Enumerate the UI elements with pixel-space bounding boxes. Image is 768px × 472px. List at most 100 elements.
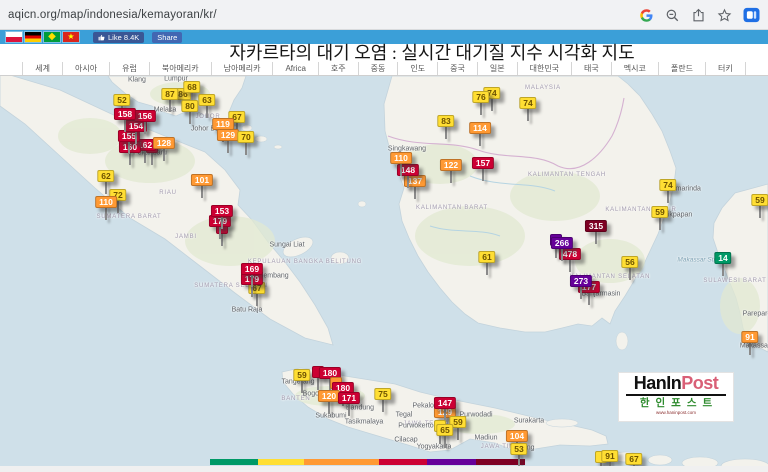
nav-item-태국[interactable]: 태국 <box>571 62 611 75</box>
facebook-like-button[interactable]: Like 8.4K <box>93 32 144 43</box>
marker-value: 68 <box>183 81 200 93</box>
nav-item-Africa[interactable]: Africa <box>272 62 317 75</box>
nav-item-유럽[interactable]: 유럽 <box>109 62 149 75</box>
marker-value: 83 <box>437 115 454 127</box>
aqi-legend-segment-4 <box>427 459 476 465</box>
share-button[interactable]: Share <box>152 32 182 43</box>
like-label: Like 8.4K <box>108 32 139 43</box>
nav-item-아시아[interactable]: 아시아 <box>62 62 109 75</box>
marker-value: 160 <box>119 141 141 153</box>
marker-value: 156 <box>134 110 156 122</box>
url-text[interactable]: aqicn.org/map/indonesia/kemayoran/kr/ <box>8 9 217 21</box>
nav-item-일본[interactable]: 일본 <box>477 62 517 75</box>
marker-value: 266 <box>551 237 573 249</box>
favorites-star-icon[interactable] <box>717 8 732 23</box>
flag-brazil[interactable] <box>44 32 60 42</box>
marker-value: 91 <box>741 331 758 343</box>
share-icon[interactable] <box>691 8 706 23</box>
marker-value: 80 <box>181 100 198 112</box>
marker-value: 59 <box>751 194 768 206</box>
marker-value: 59 <box>651 206 668 218</box>
island-lombok <box>648 455 672 465</box>
aqi-map[interactable]: MALAYSIAJOHORRIAUSUMATERA BARATJAMBISUMA… <box>0 76 768 466</box>
aqi-legend-segment-0 <box>210 459 258 465</box>
page: aqicn.org/map/indonesia/kemayoran/kr/ <box>0 0 768 472</box>
edge-sidebar-icon-svg <box>743 7 760 23</box>
browser-address-bar: aqicn.org/map/indonesia/kemayoran/kr/ <box>0 0 768 30</box>
haninpost-watermark: HanInPost 한인포스트 www.haninpost.com <box>618 372 734 422</box>
marker-value: 63 <box>198 94 215 106</box>
marker-value: 153 <box>211 205 233 217</box>
zoom-out-icon-svg <box>665 8 680 23</box>
marker-value: 110 <box>390 152 412 164</box>
marker-value: 74 <box>519 97 536 109</box>
marker-value: 61 <box>478 251 495 263</box>
marker-value: 157 <box>472 157 494 169</box>
marker-value: 67 <box>625 453 642 465</box>
nav-item-호주[interactable]: 호주 <box>318 62 358 75</box>
island-karimata <box>358 201 366 207</box>
marker-value: 70 <box>237 131 254 143</box>
nav-item-인도[interactable]: 인도 <box>397 62 437 75</box>
watermark-site: www.haninpost.com <box>633 411 719 416</box>
watermark-brand: HanInPost <box>619 373 733 394</box>
island-sumbawa-east <box>721 459 768 466</box>
marker-value: 62 <box>97 170 114 182</box>
marker-value: 104 <box>506 430 528 442</box>
marker-value: 273 <box>570 275 592 287</box>
marker-value: 158 <box>114 108 136 120</box>
favorites-star-icon-svg <box>717 8 732 23</box>
nav-item-남아메리카[interactable]: 남아메리카 <box>211 62 273 75</box>
island-sumatra <box>0 76 333 345</box>
marker-value: 52 <box>113 94 130 106</box>
island-riau-3 <box>274 145 282 149</box>
watermark-divider <box>626 394 726 396</box>
share-icon-svg <box>691 8 706 23</box>
watermark-brand-accent: Post <box>681 373 718 393</box>
nav-bar: 세계아시아유럽북아메리카남아메리카Africa호주중동인도중국일본대한민국태국멕… <box>0 62 768 76</box>
nav-item-중동[interactable]: 중동 <box>358 62 398 75</box>
flag-vietnam[interactable] <box>63 32 79 42</box>
google-icon[interactable] <box>639 8 654 23</box>
google-icon-svg <box>639 8 654 23</box>
marker-value: 56 <box>621 256 638 268</box>
marker-value: 87 <box>161 88 178 100</box>
marker-value: 171 <box>338 392 360 404</box>
marker-value: 147 <box>434 397 456 409</box>
island-sumbawa <box>682 457 718 466</box>
nav-item-대한민국[interactable]: 대한민국 <box>517 62 571 75</box>
watermark-brand-black: HanIn <box>634 373 682 393</box>
nav-item-북아메리카[interactable]: 북아메리카 <box>149 62 211 75</box>
watermark-korean: 한인포스트 <box>619 397 733 410</box>
island-madura <box>546 419 578 427</box>
flag-germany[interactable] <box>25 32 41 42</box>
marker-value: 75 <box>374 388 391 400</box>
marker-value: 114 <box>469 122 491 134</box>
marker-value: 110 <box>95 196 117 208</box>
nav-item-중국[interactable]: 중국 <box>437 62 477 75</box>
language-flags <box>6 32 79 42</box>
share-label: Share <box>157 32 177 43</box>
nav-item-세계[interactable]: 세계 <box>22 62 62 75</box>
social-bar: Like 8.4K Share <box>0 30 768 44</box>
edge-sidebar-icon[interactable] <box>743 7 760 23</box>
aqi-legend-segment-2 <box>304 459 379 465</box>
nav-item-멕시코[interactable]: 멕시코 <box>611 62 658 75</box>
browser-toolbar-icons <box>639 0 760 30</box>
aqi-legend-segment-3 <box>379 459 427 465</box>
marker-value: 74 <box>659 179 676 191</box>
marker-value: 120 <box>318 390 340 402</box>
nav-item-폴란드[interactable]: 폴란드 <box>658 62 705 75</box>
marker-value: 91 <box>601 450 618 462</box>
nav-item-터키[interactable]: 터키 <box>705 62 746 75</box>
aqi-legend-segment-1 <box>258 459 304 465</box>
marker-value: 129 <box>217 129 239 141</box>
island-laut <box>616 332 628 350</box>
marker-value: 122 <box>440 159 462 171</box>
zoom-out-icon[interactable] <box>665 8 680 23</box>
marker-value: 128 <box>153 137 175 149</box>
page-title: 자카르타의 대기 오염 : 실시간 대기질 지수 시각화 지도 <box>229 43 634 63</box>
flag-poland[interactable] <box>6 32 22 42</box>
marker-value: 59 <box>293 369 310 381</box>
island-bangka <box>280 233 316 261</box>
